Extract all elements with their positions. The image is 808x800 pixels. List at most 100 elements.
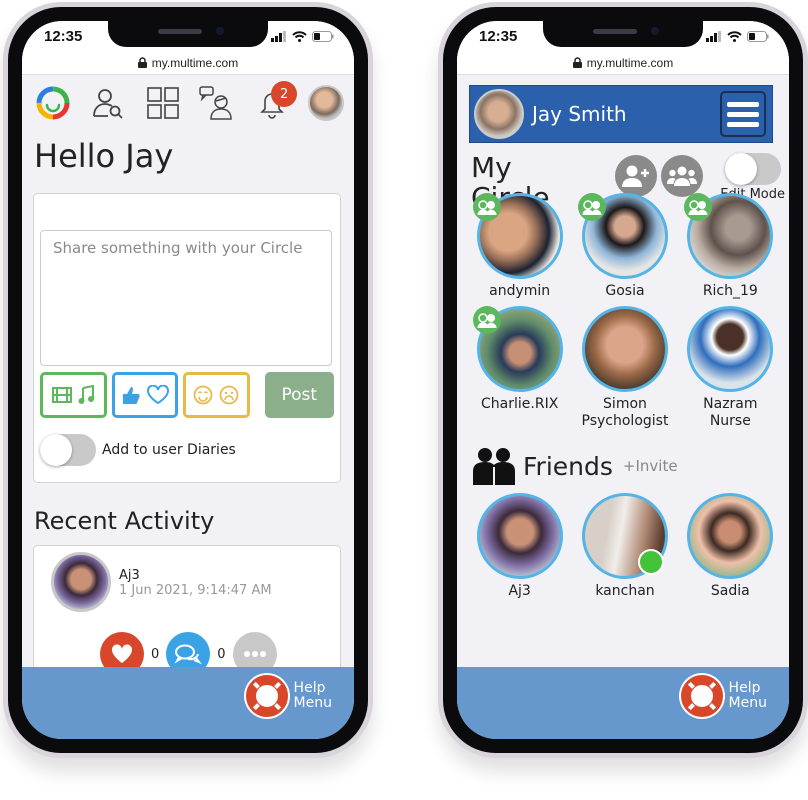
battery-icon xyxy=(747,31,769,42)
activity-author[interactable]: Aj3 xyxy=(119,568,140,583)
media-button[interactable] xyxy=(40,372,107,418)
address-bar[interactable]: my.multime.com xyxy=(22,51,354,75)
lifebuoy-icon xyxy=(245,675,288,717)
diary-toggle-label: Add to user Diaries xyxy=(102,442,236,458)
phone-circle: 12:35 my.multime.com Jay Smith My Circle xyxy=(438,2,808,758)
user-header: Jay Smith xyxy=(469,85,773,143)
online-status-indicator xyxy=(637,549,664,575)
recent-activity-heading: Recent Activity xyxy=(34,507,215,535)
clock: 12:35 xyxy=(479,28,518,45)
friends-heading: Friends xyxy=(523,451,613,481)
member-card[interactable]: Simon Psychologist xyxy=(572,306,677,430)
member-avatar[interactable] xyxy=(687,306,774,392)
user-name: Jay Smith xyxy=(532,102,627,126)
top-nav: 2 xyxy=(22,81,354,123)
member-name: Simon Psychologist xyxy=(581,396,669,429)
member-name: andymin xyxy=(489,283,551,299)
activity-timestamp: 1 Jun 2021, 9:14:47 AM xyxy=(119,583,272,598)
find-people-button[interactable] xyxy=(89,84,127,122)
sad-face-icon xyxy=(219,385,239,405)
clock: 12:35 xyxy=(44,28,83,45)
greeting-heading: Hello Jay xyxy=(34,137,174,175)
member-avatar[interactable] xyxy=(581,306,668,392)
member-name: Nazram Nurse xyxy=(703,396,758,429)
post-input[interactable]: Share something with your Circle xyxy=(40,230,332,366)
friends-grid: Aj3 kanchan Sadia xyxy=(467,493,783,600)
member-card[interactable]: andymin xyxy=(467,193,572,300)
groups-button[interactable] xyxy=(661,155,703,197)
signal-icon xyxy=(706,31,721,42)
chat-support-button[interactable] xyxy=(198,84,236,122)
heart-outline-icon xyxy=(146,385,169,405)
friend-card[interactable]: Sadia xyxy=(678,493,783,600)
group-chat-icon xyxy=(477,200,497,215)
group-chat-icon xyxy=(688,200,708,215)
help-label: Help xyxy=(293,680,326,696)
friend-name: Sadia xyxy=(710,583,750,599)
group-chat-icon xyxy=(582,200,602,215)
diary-toggle[interactable] xyxy=(40,434,96,466)
film-icon xyxy=(52,387,73,403)
logo-home-button[interactable] xyxy=(34,84,72,122)
grid-icon xyxy=(146,87,179,119)
url-text: my.multime.com xyxy=(151,55,239,70)
wifi-icon xyxy=(292,31,307,42)
heart-icon xyxy=(111,644,133,663)
thumbs-up-icon xyxy=(122,387,140,404)
add-member-button[interactable] xyxy=(615,155,657,197)
lock-icon xyxy=(137,57,147,68)
circle-members-grid: andymin Gosia Rich_19 Charlie.RIX Simon … xyxy=(467,193,783,430)
member-name: Gosia xyxy=(605,283,645,299)
url-text: my.multime.com xyxy=(586,55,674,70)
help-menu-button[interactable]: Help Menu xyxy=(678,673,767,719)
post-composer: Share something with your Circle Post Ad… xyxy=(33,193,341,483)
edit-mode-toggle[interactable] xyxy=(724,153,781,185)
friend-name: kanchan xyxy=(595,583,655,599)
member-card[interactable]: Nazram Nurse xyxy=(678,306,783,430)
friend-avatar[interactable] xyxy=(476,493,563,579)
phone-home: 12:35 my.multime.com 2 Hello Jay Share s… xyxy=(3,2,373,758)
apps-grid-button[interactable] xyxy=(144,84,182,122)
comment-count: 0 xyxy=(217,646,226,662)
help-label: Help xyxy=(728,680,761,696)
users-group-icon xyxy=(667,166,697,186)
help-bar: Help Menu xyxy=(457,667,789,739)
notifications-button[interactable]: 2 xyxy=(253,81,298,122)
hamburger-menu-button[interactable] xyxy=(720,91,766,137)
friend-avatar[interactable] xyxy=(687,493,774,579)
battery-icon xyxy=(312,31,334,42)
profile-avatar[interactable] xyxy=(307,85,344,121)
invite-link[interactable]: +Invite xyxy=(623,457,678,475)
menu-label: Menu xyxy=(728,695,767,711)
music-note-icon xyxy=(78,385,95,404)
happy-face-icon xyxy=(193,385,213,405)
lock-icon xyxy=(572,57,582,68)
friend-card[interactable]: Aj3 xyxy=(467,493,572,600)
multime-logo-icon xyxy=(36,86,70,120)
circle-screen: 12:35 my.multime.com Jay Smith My Circle xyxy=(457,21,789,739)
notification-count-badge: 2 xyxy=(271,81,298,107)
help-menu-button[interactable]: Help Menu xyxy=(243,673,332,719)
member-card[interactable]: Gosia xyxy=(572,193,677,300)
home-screen: 12:35 my.multime.com 2 Hello Jay Share s… xyxy=(22,21,354,739)
user-avatar[interactable] xyxy=(474,89,524,139)
like-count: 0 xyxy=(151,646,160,662)
post-button[interactable]: Post xyxy=(264,372,334,418)
member-name: Rich_19 xyxy=(702,283,758,299)
member-card[interactable]: Charlie.RIX xyxy=(467,306,572,430)
friends-icon xyxy=(473,448,515,485)
friends-header: Friends +Invite xyxy=(471,447,678,485)
comments-icon xyxy=(174,644,203,665)
mood-button[interactable] xyxy=(183,372,250,418)
help-bar: Help Menu xyxy=(22,667,354,739)
member-card[interactable]: Rich_19 xyxy=(678,193,783,300)
group-chat-icon xyxy=(477,313,497,328)
menu-label: Menu xyxy=(293,695,332,711)
address-bar[interactable]: my.multime.com xyxy=(457,51,789,75)
friend-name: Aj3 xyxy=(508,583,531,599)
lifebuoy-icon xyxy=(680,675,723,717)
more-dots-icon xyxy=(243,651,266,657)
reaction-button[interactable] xyxy=(111,372,179,418)
activity-author-avatar[interactable] xyxy=(51,552,111,612)
friend-card[interactable]: kanchan xyxy=(572,493,677,600)
